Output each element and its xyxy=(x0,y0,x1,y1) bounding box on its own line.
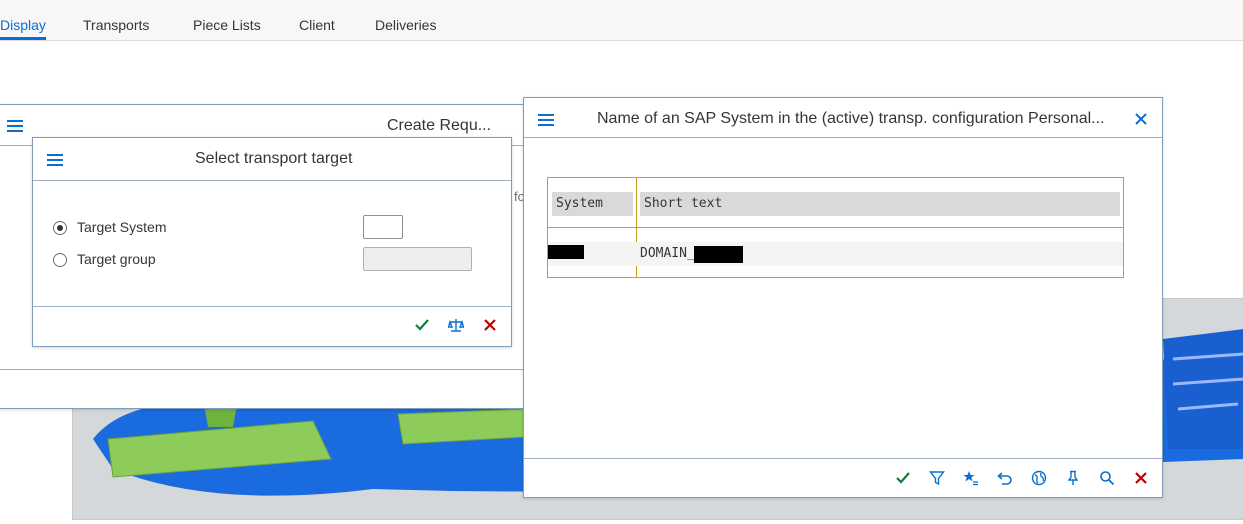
table-row[interactable] xyxy=(548,242,1123,266)
globe-button[interactable] xyxy=(1029,468,1049,488)
cell-system[interactable] xyxy=(548,242,634,266)
compare-button[interactable] xyxy=(446,315,466,335)
confirm-button[interactable] xyxy=(893,468,913,488)
menu-icon[interactable] xyxy=(47,154,63,166)
balance-icon xyxy=(448,319,464,332)
pin-button[interactable] xyxy=(1063,468,1083,488)
divider xyxy=(524,458,1162,459)
tab-transports[interactable]: Transports xyxy=(83,17,149,33)
tab-bar: Display Transports Piece Lists Client De… xyxy=(0,0,1243,41)
confirm-button[interactable] xyxy=(412,315,432,335)
close-icon xyxy=(1135,113,1147,125)
target-system-input[interactable] xyxy=(363,215,403,239)
cancel-button[interactable] xyxy=(1131,468,1151,488)
menu-icon[interactable] xyxy=(7,120,23,132)
filter-button[interactable] xyxy=(927,468,947,488)
undo-icon xyxy=(997,472,1012,485)
pin-icon xyxy=(1067,470,1079,485)
create-request-title: Create Requ... xyxy=(387,117,492,134)
dialog-title: Name of an SAP System in the (active) tr… xyxy=(597,110,1105,127)
tab-display[interactable]: Display xyxy=(0,17,46,33)
personal-list-button[interactable] xyxy=(961,468,981,488)
menu-icon[interactable] xyxy=(538,114,554,126)
divider xyxy=(33,180,511,181)
checkmark-icon xyxy=(896,472,910,484)
divider xyxy=(524,137,1162,138)
target-system-radio[interactable] xyxy=(53,221,67,235)
target-group-input[interactable] xyxy=(363,247,472,271)
star-icon xyxy=(963,471,978,486)
active-tab-indicator xyxy=(0,37,46,40)
select-transport-target-dialog: Select transport target Target System Ta… xyxy=(32,137,512,347)
tab-piece-lists[interactable]: Piece Lists xyxy=(193,17,261,33)
target-group-label: Target group xyxy=(77,251,156,267)
row-divider xyxy=(548,227,1123,228)
cancel-button[interactable] xyxy=(480,315,500,335)
system-table: System Short text DOMAIN_ xyxy=(547,177,1124,278)
column-header-short-text[interactable]: Short text xyxy=(640,192,1120,216)
tab-deliveries[interactable]: Deliveries xyxy=(375,17,436,33)
divider xyxy=(33,306,511,307)
redacted-short-text xyxy=(694,246,743,263)
globe-icon xyxy=(1031,470,1047,486)
column-header-system[interactable]: System xyxy=(552,192,633,216)
tab-client[interactable]: Client xyxy=(299,17,335,33)
filter-icon xyxy=(929,471,945,486)
close-icon xyxy=(484,319,496,331)
search-icon xyxy=(1100,471,1115,486)
search-button[interactable] xyxy=(1097,468,1117,488)
system-value-help-dialog: Name of an SAP System in the (active) tr… xyxy=(523,97,1163,498)
target-group-radio[interactable] xyxy=(53,253,67,267)
close-icon xyxy=(1135,472,1147,484)
dialog-title: Select transport target xyxy=(195,150,353,167)
divider xyxy=(0,369,537,370)
target-system-label: Target System xyxy=(77,219,167,235)
close-dialog-button[interactable] xyxy=(1131,109,1151,129)
cell-short-text[interactable]: DOMAIN_ xyxy=(640,242,695,266)
checkmark-icon xyxy=(415,319,429,331)
undo-button[interactable] xyxy=(995,468,1015,488)
